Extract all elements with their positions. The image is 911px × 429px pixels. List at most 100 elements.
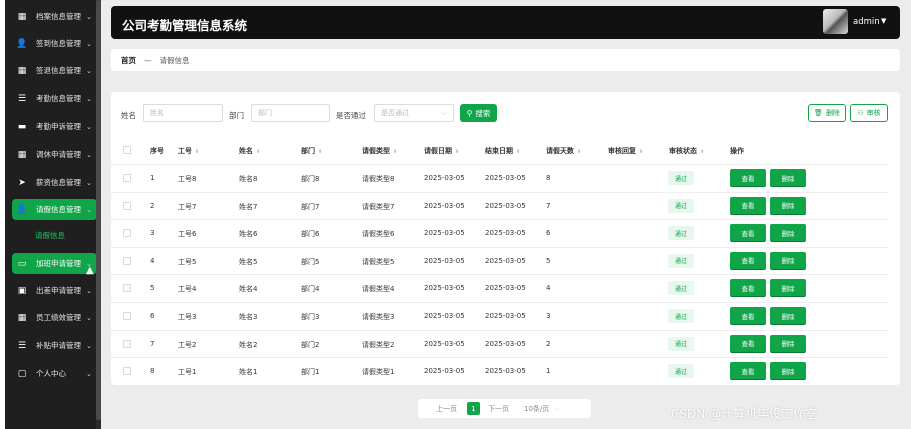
column-header[interactable]: 请假天数 ⬍ <box>546 146 581 156</box>
cell-days: 8 <box>546 174 551 182</box>
sidebar-item-6[interactable]: ➤ 薪资信息管理 ⌄ <box>12 172 97 193</box>
next-page-button[interactable]: 下一页 <box>488 404 509 414</box>
cell-name: 姓名5 <box>239 257 258 266</box>
cell-start: 2025-03-05 <box>424 229 465 238</box>
delete-button[interactable]: 删除 <box>770 224 806 242</box>
dept-filter-input[interactable]: 部门 <box>251 104 330 122</box>
column-header-label: 姓名 <box>239 147 253 155</box>
sidebar-item-5[interactable]: ▦ 调休申请管理 ⌄ <box>12 144 97 165</box>
view-button[interactable]: 查看 <box>730 251 766 269</box>
row-checkbox[interactable] <box>123 367 131 376</box>
sidebar-item-1[interactable]: 👤 签到信息管理 ⌄ <box>12 33 97 54</box>
sidebar-item-9[interactable]: ▣ 出差申请管理 ⌄ <box>12 280 97 301</box>
sidebar-item-8[interactable]: ▭ 加班申请管理 ⌄ <box>12 253 97 274</box>
sort-icon[interactable]: ⬍ <box>256 149 260 155</box>
row-checkbox[interactable] <box>123 256 131 265</box>
row-checkbox[interactable] <box>123 201 131 210</box>
sort-icon[interactable]: ⬍ <box>700 149 704 155</box>
view-button[interactable]: 查看 <box>730 362 766 380</box>
cell-name: 姓名2 <box>239 340 258 349</box>
batch-delete-button[interactable]: 🗑 删除 <box>808 104 846 122</box>
avatar[interactable] <box>823 9 848 34</box>
view-button[interactable]: 查看 <box>730 196 766 214</box>
sidebar-item-label: 薪资信息管理 <box>36 178 81 187</box>
column-header[interactable]: 姓名 ⬍ <box>239 146 260 156</box>
cell-end: 2025-03-05 <box>485 312 526 320</box>
row-checkbox[interactable] <box>123 312 131 320</box>
sidebar-item-label: 签到信息管理 <box>36 39 81 48</box>
chevron-down-icon: ⌄ <box>86 150 92 159</box>
delete-button[interactable]: 删除 <box>770 279 806 297</box>
column-header-label: 部门 <box>301 147 315 155</box>
chevron-down-icon: ⌄ <box>86 313 92 322</box>
prev-page-button[interactable]: 上一页 <box>436 404 457 414</box>
row-checkbox[interactable] <box>123 174 131 182</box>
current-page[interactable]: 1 <box>467 402 480 415</box>
sort-icon[interactable]: ⬍ <box>639 149 643 155</box>
cell-end: 2025-03-05 <box>485 284 526 293</box>
delete-button[interactable]: 删除 <box>770 251 806 269</box>
view-button[interactable]: 查看 <box>730 279 766 297</box>
breadcrumb-home[interactable]: 首页 <box>121 55 136 66</box>
delete-button[interactable]: 删除 <box>770 334 806 352</box>
sidebar-item-label: 调休申请管理 <box>36 150 81 159</box>
sort-icon[interactable]: ⬍ <box>577 149 581 155</box>
audit-button[interactable]: ⚇ 审核 <box>850 104 888 122</box>
sidebar-item-3[interactable]: ☰ 考勤信息管理 ⌄ <box>12 88 97 109</box>
cell-dept: 部门3 <box>301 313 320 321</box>
sort-icon[interactable]: ⬍ <box>195 149 199 155</box>
cell-end: 2025-03-05 <box>485 339 526 348</box>
sidebar-item-2[interactable]: ▦ 签退信息管理 ⌄ <box>12 60 97 81</box>
column-header[interactable]: 结束日期 ⬍ <box>485 146 520 156</box>
delete-button[interactable]: 删除 <box>770 169 806 186</box>
submenu-item-leave-info[interactable]: 请假信息 <box>35 230 65 241</box>
view-button[interactable]: 查看 <box>730 334 766 352</box>
cell-days: 3 <box>546 312 551 320</box>
sidebar-item-7[interactable]: 👤 请假信息管理 ⌄ <box>12 199 97 220</box>
search-button[interactable]: ⚲ 搜索 <box>460 104 497 122</box>
breadcrumb-separator: — <box>144 55 152 65</box>
breadcrumb: 首页 — 请假信息 <box>111 49 900 71</box>
cell-dept: 部门1 <box>301 368 320 377</box>
row-checkbox[interactable] <box>123 229 131 238</box>
column-header[interactable]: 工号 ⬍ <box>178 146 199 156</box>
table-row: 7 工号2 姓名2 部门2 请假类型2 2025-03-05 2025-03-05 2 通过 查看… <box>111 329 889 357</box>
caret-down-icon[interactable]: ▼ <box>881 17 886 25</box>
view-button[interactable]: 查看 <box>730 169 766 186</box>
user-name[interactable]: admin <box>853 17 880 27</box>
sort-icon[interactable]: ⬍ <box>393 149 397 155</box>
row-checkbox[interactable] <box>123 284 131 293</box>
column-header[interactable]: 请假日期 ⬍ <box>424 146 459 156</box>
column-header-label: 请假日期 <box>424 147 452 155</box>
view-button[interactable]: 查看 <box>730 224 766 242</box>
column-header[interactable]: 审核状态 ⬍ <box>669 146 704 156</box>
column-header[interactable]: 部门 ⬍ <box>301 146 322 156</box>
sidebar-item-11[interactable]: ☰ 补贴申请管理 ⌄ <box>12 335 97 356</box>
delete-button[interactable]: 删除 <box>770 362 806 380</box>
column-header[interactable]: 请假类型 ⬍ <box>362 146 397 156</box>
table-header: 序号 工号 ⬍ 姓名 ⬍ 部门 ⬍ 请假类型 ⬍ 请假日期 ⬍ 结束日期 ⬍ 请假天数 ⬍ 审核回复 ⬍ 审核状态… <box>111 141 889 159</box>
delete-button[interactable]: 删除 <box>770 307 806 324</box>
sidebar-item-label: 加班申请管理 <box>36 259 81 268</box>
sidebar-item-10[interactable]: ▦ 员工绩效管理 ⌄ <box>12 307 97 328</box>
name-filter-input[interactable]: 姓名 <box>143 104 223 122</box>
column-header[interactable]: 审核回复 ⬍ <box>608 146 643 156</box>
sliders-icon: ☰ <box>17 93 27 104</box>
page-size-select[interactable]: 10条/页 ⌵ <box>524 404 560 414</box>
sort-icon[interactable]: ⬍ <box>455 149 459 155</box>
cell-type: 请假类型4 <box>362 285 395 294</box>
app-title: 公司考勤管理信息系统 <box>122 18 248 33</box>
sidebar-scroll-thumb[interactable] <box>96 0 101 420</box>
sort-icon[interactable]: ⬍ <box>516 149 520 155</box>
row-checkbox[interactable] <box>123 339 131 348</box>
sidebar-item-0[interactable]: ▦ 档案信息管理 ⌄ <box>12 6 97 27</box>
pass-filter-select[interactable]: 是否通过 ⌵ <box>374 104 454 122</box>
cell-end: 2025-03-05 <box>485 256 526 265</box>
sort-icon[interactable]: ⬍ <box>318 149 322 155</box>
sidebar-item-4[interactable]: ▬ 考勤申诉管理 ⌄ <box>12 116 97 137</box>
sidebar-item-12[interactable]: ▢ 个人中心 ⌄ <box>12 363 97 384</box>
delete-button[interactable]: 删除 <box>770 196 806 214</box>
view-button[interactable]: 查看 <box>730 307 766 324</box>
select-all-checkbox[interactable] <box>123 146 131 154</box>
sidebar-scrollbar[interactable] <box>96 0 101 429</box>
